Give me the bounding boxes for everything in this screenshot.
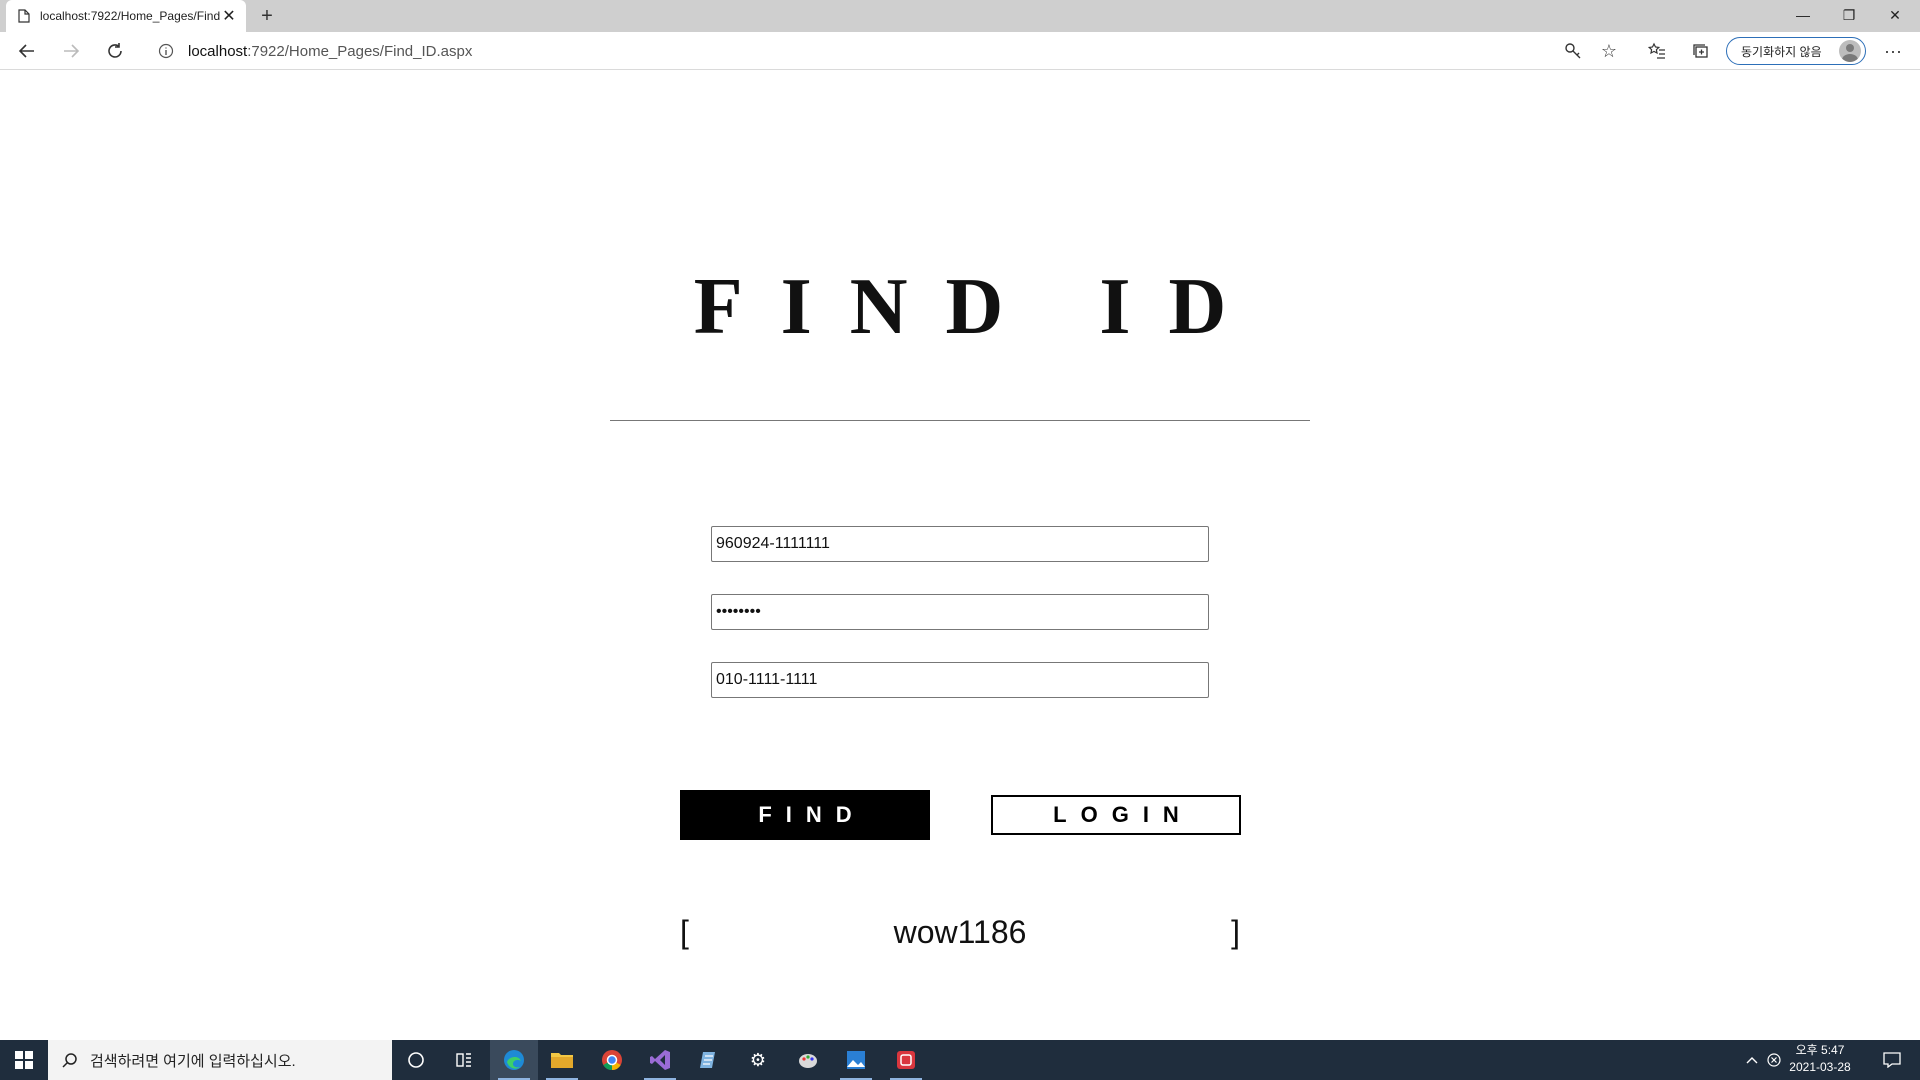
address-bar[interactable]: localhost:7922/Home_Pages/Find_ID.aspx xyxy=(148,36,1626,66)
cortana-icon[interactable] xyxy=(392,1040,440,1080)
avatar xyxy=(1839,40,1861,62)
profile-sync-button[interactable]: 동기화하지 않음 xyxy=(1726,37,1866,65)
page-icon xyxy=(18,9,30,23)
system-clock[interactable]: 오후 5:47 2021-03-28 xyxy=(1780,1042,1860,1076)
back-arrow-icon xyxy=(18,44,34,58)
minimize-button[interactable]: — xyxy=(1780,0,1826,30)
taskbar-search-box[interactable]: 검색하려면 여기에 입력하십시오. xyxy=(48,1040,392,1080)
restore-button[interactable]: ❐ xyxy=(1826,0,1872,30)
tab-title: localhost:7922/Home_Pages/Find xyxy=(40,9,220,23)
result-display: [ wow1186 ] xyxy=(680,914,1240,954)
close-tab-icon[interactable]: ✕ xyxy=(220,6,238,26)
url-text: localhost:7922/Home_Pages/Find_ID.aspx xyxy=(188,43,472,60)
chrome-icon[interactable] xyxy=(588,1040,636,1080)
login-button[interactable]: LOGIN xyxy=(991,795,1241,835)
favorites-icon[interactable] xyxy=(1642,36,1672,66)
visual-studio-icon[interactable] xyxy=(636,1040,684,1080)
result-close-bracket: ] xyxy=(1231,914,1240,950)
resident-number-input[interactable] xyxy=(711,526,1209,562)
browser-toolbar: localhost:7922/Home_Pages/Find_ID.aspx ☆… xyxy=(0,32,1920,70)
windows-logo-icon xyxy=(15,1051,33,1069)
page-title: FIND ID xyxy=(693,263,1265,351)
find-button[interactable]: FIND xyxy=(680,790,930,840)
forward-arrow-icon xyxy=(64,44,80,58)
app-icon-red[interactable] xyxy=(882,1040,930,1080)
search-icon xyxy=(62,1053,77,1068)
url-path: :7922/Home_Pages/Find_ID.aspx xyxy=(247,42,473,60)
refresh-button[interactable] xyxy=(100,36,130,66)
settings-gear-icon[interactable]: ⚙ xyxy=(734,1040,782,1080)
password-input[interactable] xyxy=(711,594,1209,630)
more-menu-icon[interactable]: ··· xyxy=(1878,36,1908,66)
profile-label: 동기화하지 않음 xyxy=(1741,44,1822,59)
clock-time: 오후 5:47 xyxy=(1795,1043,1845,1057)
notification-center-icon[interactable] xyxy=(1868,1040,1916,1080)
file-explorer-icon[interactable] xyxy=(538,1040,586,1080)
browser-tab-bar: localhost:7922/Home_Pages/Find ✕ + — ❐ ✕ xyxy=(0,0,1920,32)
browser-tab[interactable]: localhost:7922/Home_Pages/Find ✕ xyxy=(6,0,246,32)
search-placeholder: 검색하려면 여기에 입력하십시오. xyxy=(90,1052,296,1070)
notepad-icon[interactable] xyxy=(686,1040,734,1080)
clock-date: 2021-03-28 xyxy=(1789,1060,1851,1074)
windows-taskbar: 검색하려면 여기에 입력하십시오. ⚙ 오후 5:47 2021-03-28 xyxy=(0,1040,1920,1080)
edge-browser-icon[interactable] xyxy=(490,1040,538,1080)
photos-icon[interactable] xyxy=(832,1040,880,1080)
paint-icon[interactable] xyxy=(784,1040,832,1080)
close-window-button[interactable]: ✕ xyxy=(1872,0,1918,30)
collections-icon[interactable] xyxy=(1686,36,1716,66)
task-view-icon[interactable] xyxy=(440,1040,488,1080)
new-tab-button[interactable]: + xyxy=(252,0,282,32)
start-button[interactable] xyxy=(0,1040,48,1080)
back-button[interactable] xyxy=(12,36,42,66)
key-icon[interactable] xyxy=(1558,36,1588,66)
favorite-star-icon[interactable]: ☆ xyxy=(1594,36,1624,66)
url-host: localhost xyxy=(188,42,248,60)
found-id-value: wow1186 xyxy=(893,914,1027,950)
info-icon[interactable] xyxy=(158,43,174,59)
phone-input[interactable] xyxy=(711,662,1209,698)
divider xyxy=(610,420,1310,421)
forward-button[interactable] xyxy=(56,36,86,66)
refresh-icon xyxy=(108,43,122,58)
